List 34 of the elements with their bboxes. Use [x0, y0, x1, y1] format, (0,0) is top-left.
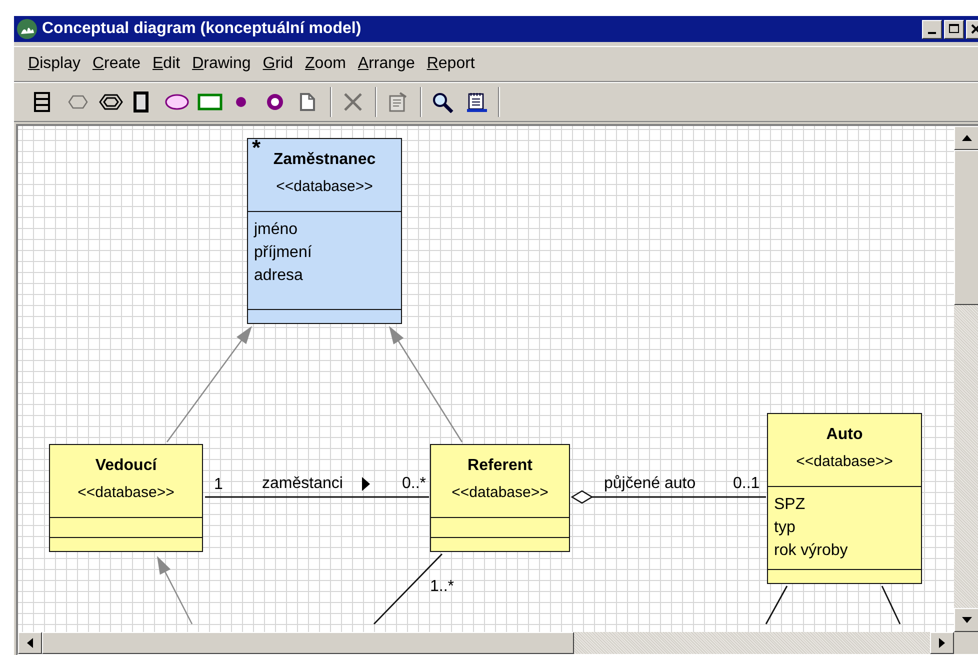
class-name: Referent — [468, 456, 532, 476]
class-box[interactable]: Referent <<database>> — [430, 444, 570, 552]
selection-marker: * — [252, 137, 261, 159]
class-name: Zaměstnanec — [273, 150, 376, 170]
stereotype-label: <<database>> — [796, 453, 893, 470]
association-name: zaměstanci — [262, 475, 343, 493]
attribute-text: SPZ — [774, 495, 806, 515]
multiplicity-label: 0..1 — [733, 475, 760, 493]
attribute-text: jméno — [254, 220, 299, 240]
association-name: půjčené auto — [604, 475, 696, 493]
menu-item[interactable]: Zoom — [299, 53, 352, 75]
menu-item[interactable]: Report — [420, 53, 481, 75]
menu-item[interactable]: Arrange — [352, 53, 421, 75]
class-box[interactable]: Vedoucí <<database>> — [49, 444, 203, 552]
window-title: Conceptual diagram (konceptuální model) — [42, 20, 362, 38]
attribute-text: typ — [774, 518, 796, 538]
class-box[interactable]: * Zaměstnanec <<database>> jméno příjmení adresa — [247, 138, 402, 324]
stereotype-label: <<database>> — [78, 484, 174, 501]
menu-item[interactable]: Edit — [146, 53, 186, 75]
attribute-text: příjmení — [254, 243, 313, 263]
attribute-text: rok výroby — [774, 541, 849, 561]
multiplicity-label: 0..* — [402, 475, 426, 493]
attribute-text: adresa — [254, 266, 304, 286]
multiplicity-label: 1 — [214, 476, 223, 494]
stereotype-label: <<database>> — [276, 178, 373, 195]
menu-item[interactable]: Grid — [256, 53, 300, 75]
menu-item[interactable]: Create — [86, 53, 146, 75]
class-name: Vedoucí — [95, 456, 157, 476]
multiplicity-label: 1..* — [430, 578, 454, 596]
class-box[interactable]: Auto <<database>> SPZ typ rok výroby — [767, 413, 922, 584]
class-name: Auto — [826, 425, 863, 445]
menu-item[interactable]: Display — [22, 53, 86, 75]
menu-item[interactable]: Drawing — [186, 53, 257, 75]
stereotype-label: <<database>> — [452, 484, 548, 501]
